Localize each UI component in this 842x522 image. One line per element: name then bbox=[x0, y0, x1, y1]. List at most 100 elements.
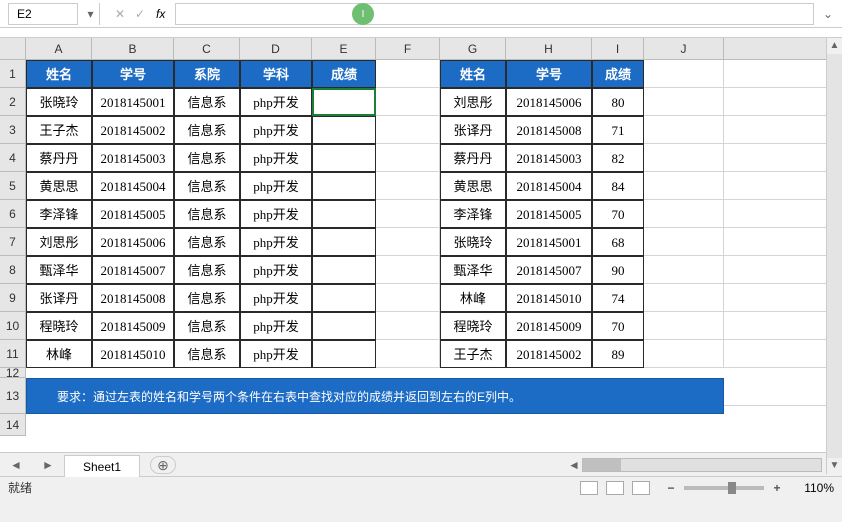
cell-F2[interactable] bbox=[376, 88, 440, 116]
left-dept-0[interactable]: 信息系 bbox=[174, 88, 240, 116]
left-name-0[interactable]: 张晓玲 bbox=[26, 88, 92, 116]
left-dept-6[interactable]: 信息系 bbox=[174, 256, 240, 284]
left-subj-5[interactable]: php开发 bbox=[240, 228, 312, 256]
cell-extra7[interactable] bbox=[724, 228, 834, 256]
cell-J10[interactable] bbox=[644, 312, 724, 340]
select-all-corner[interactable] bbox=[0, 38, 26, 60]
tab-nav-prev-icon[interactable]: ◄ bbox=[0, 458, 32, 472]
cell-extra11[interactable] bbox=[724, 340, 834, 368]
left-id-5[interactable]: 2018145006 bbox=[92, 228, 174, 256]
right-score-1[interactable]: 71 bbox=[592, 116, 644, 144]
left-name-6[interactable]: 甄泽华 bbox=[26, 256, 92, 284]
cell-F10[interactable] bbox=[376, 312, 440, 340]
left-score-8[interactable] bbox=[312, 312, 376, 340]
right-id-3[interactable]: 2018145004 bbox=[506, 172, 592, 200]
right-score-2[interactable]: 82 bbox=[592, 144, 644, 172]
left-name-2[interactable]: 蔡丹丹 bbox=[26, 144, 92, 172]
column-header-E[interactable]: E bbox=[312, 38, 376, 60]
right-score-7[interactable]: 74 bbox=[592, 284, 644, 312]
left-id-7[interactable]: 2018145008 bbox=[92, 284, 174, 312]
left-subj-8[interactable]: php开发 bbox=[240, 312, 312, 340]
left-name-9[interactable]: 林峰 bbox=[26, 340, 92, 368]
left-score-7[interactable] bbox=[312, 284, 376, 312]
row-header-7[interactable]: 7 bbox=[0, 228, 26, 256]
right-id-9[interactable]: 2018145002 bbox=[506, 340, 592, 368]
view-normal-icon[interactable] bbox=[580, 481, 598, 495]
right-id-2[interactable]: 2018145003 bbox=[506, 144, 592, 172]
left-dept-1[interactable]: 信息系 bbox=[174, 116, 240, 144]
right-score-3[interactable]: 84 bbox=[592, 172, 644, 200]
left-id-4[interactable]: 2018145005 bbox=[92, 200, 174, 228]
right-score-6[interactable]: 90 bbox=[592, 256, 644, 284]
cell-J7[interactable] bbox=[644, 228, 724, 256]
left-subj-7[interactable]: php开发 bbox=[240, 284, 312, 312]
column-header-D[interactable]: D bbox=[240, 38, 312, 60]
row-header-11[interactable]: 11 bbox=[0, 340, 26, 368]
cell-F5[interactable] bbox=[376, 172, 440, 200]
zoom-percent[interactable]: 110% bbox=[790, 481, 834, 495]
left-subj-9[interactable]: php开发 bbox=[240, 340, 312, 368]
left-dept-7[interactable]: 信息系 bbox=[174, 284, 240, 312]
left-id-2[interactable]: 2018145003 bbox=[92, 144, 174, 172]
formula-cancel-icon[interactable]: ✕ bbox=[110, 7, 130, 21]
left-score-5[interactable] bbox=[312, 228, 376, 256]
row-header-3[interactable]: 3 bbox=[0, 116, 26, 144]
formula-confirm-icon[interactable]: ✓ bbox=[130, 7, 150, 21]
cell-J2[interactable] bbox=[644, 88, 724, 116]
row-header-8[interactable]: 8 bbox=[0, 256, 26, 284]
vertical-scrollbar[interactable]: ▲ ▼ bbox=[826, 38, 842, 474]
row-header-12[interactable]: 12 bbox=[0, 368, 26, 378]
scroll-up-icon[interactable]: ▲ bbox=[827, 38, 842, 54]
zoom-slider[interactable] bbox=[684, 486, 764, 490]
left-subj-6[interactable]: php开发 bbox=[240, 256, 312, 284]
cell-J5[interactable] bbox=[644, 172, 724, 200]
cell-J9[interactable] bbox=[644, 284, 724, 312]
right-name-5[interactable]: 张晓玲 bbox=[440, 228, 506, 256]
left-id-1[interactable]: 2018145002 bbox=[92, 116, 174, 144]
cell-extra9[interactable] bbox=[724, 284, 834, 312]
row-header-2[interactable]: 2 bbox=[0, 88, 26, 116]
cell-extra4[interactable] bbox=[724, 144, 834, 172]
row-header-13[interactable]: 13 bbox=[0, 378, 26, 414]
right-header-2[interactable]: 成绩 bbox=[592, 60, 644, 88]
cell-extra6[interactable] bbox=[724, 200, 834, 228]
left-name-3[interactable]: 黄思思 bbox=[26, 172, 92, 200]
left-id-3[interactable]: 2018145004 bbox=[92, 172, 174, 200]
cell-J3[interactable] bbox=[644, 116, 724, 144]
column-header-H[interactable]: H bbox=[506, 38, 592, 60]
left-name-5[interactable]: 刘思彤 bbox=[26, 228, 92, 256]
right-name-8[interactable]: 程晓玲 bbox=[440, 312, 506, 340]
scroll-down-icon[interactable]: ▼ bbox=[827, 458, 842, 474]
selected-cell-E2[interactable] bbox=[312, 88, 376, 116]
row-header-1[interactable]: 1 bbox=[0, 60, 26, 88]
view-page-layout-icon[interactable] bbox=[606, 481, 624, 495]
cell-extra13[interactable] bbox=[724, 378, 834, 406]
right-name-1[interactable]: 张译丹 bbox=[440, 116, 506, 144]
cell-extra8[interactable] bbox=[724, 256, 834, 284]
horizontal-scroll-track[interactable] bbox=[582, 458, 822, 472]
right-score-9[interactable]: 89 bbox=[592, 340, 644, 368]
column-header-F[interactable]: F bbox=[376, 38, 440, 60]
view-page-break-icon[interactable] bbox=[632, 481, 650, 495]
cell-extra3[interactable] bbox=[724, 116, 834, 144]
cell-F11[interactable] bbox=[376, 340, 440, 368]
right-name-0[interactable]: 刘思彤 bbox=[440, 88, 506, 116]
left-subj-4[interactable]: php开发 bbox=[240, 200, 312, 228]
left-subj-3[interactable]: php开发 bbox=[240, 172, 312, 200]
column-header-extra[interactable] bbox=[724, 38, 834, 60]
left-subj-0[interactable]: php开发 bbox=[240, 88, 312, 116]
vertical-scroll-track[interactable] bbox=[827, 54, 842, 458]
left-dept-9[interactable]: 信息系 bbox=[174, 340, 240, 368]
cell-F1[interactable] bbox=[376, 60, 440, 88]
left-header-3[interactable]: 学科 bbox=[240, 60, 312, 88]
row-header-9[interactable]: 9 bbox=[0, 284, 26, 312]
right-name-4[interactable]: 李泽锋 bbox=[440, 200, 506, 228]
cell-J1[interactable] bbox=[644, 60, 724, 88]
cell-F7[interactable] bbox=[376, 228, 440, 256]
right-score-4[interactable]: 70 bbox=[592, 200, 644, 228]
right-id-5[interactable]: 2018145001 bbox=[506, 228, 592, 256]
left-score-3[interactable] bbox=[312, 172, 376, 200]
right-name-6[interactable]: 甄泽华 bbox=[440, 256, 506, 284]
left-score-1[interactable] bbox=[312, 116, 376, 144]
name-box-dropdown[interactable]: ▾ bbox=[82, 3, 100, 25]
